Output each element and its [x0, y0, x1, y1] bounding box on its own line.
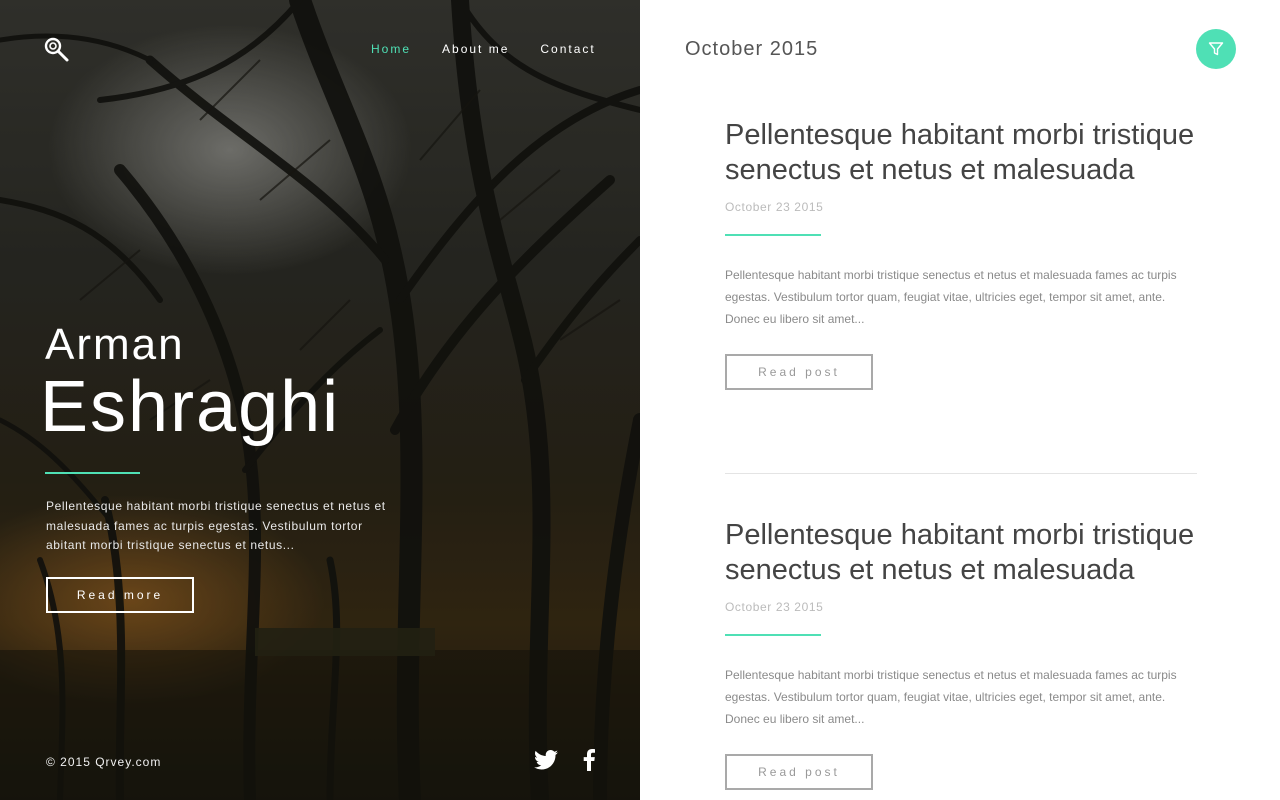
- nav-item-home[interactable]: Home: [371, 42, 411, 56]
- nav-item-about-me[interactable]: About me: [442, 42, 509, 56]
- post-title[interactable]: Pellentesque habitant morbi tristique se…: [725, 118, 1197, 188]
- copyright-text: © 2015 Qrvey.com: [46, 755, 162, 769]
- post-accent-rule: [725, 234, 821, 236]
- nav-item-contact[interactable]: Contact: [540, 42, 595, 56]
- post-card: Pellentesque habitant morbi tristique se…: [725, 118, 1197, 390]
- hero-description: Pellentesque habitant morbi tristique se…: [46, 499, 386, 552]
- read-post-button[interactable]: Read post: [725, 754, 873, 790]
- post-date: October 23 2015: [725, 600, 824, 614]
- hero-first-name: Arman: [45, 320, 185, 369]
- hero-accent-rule: [45, 472, 140, 474]
- twitter-icon[interactable]: [534, 749, 558, 771]
- facebook-icon[interactable]: [582, 749, 596, 771]
- post-date: October 23 2015: [725, 200, 824, 214]
- post-divider: [725, 473, 1197, 474]
- read-more-button[interactable]: Read more: [46, 577, 194, 613]
- read-post-button[interactable]: Read post: [725, 354, 873, 390]
- hero-panel: Home About me Contact Arman Eshraghi Pel…: [0, 0, 640, 800]
- filter-icon: [1208, 42, 1224, 56]
- filter-button[interactable]: [1196, 29, 1236, 69]
- post-title[interactable]: Pellentesque habitant morbi tristique se…: [725, 518, 1197, 588]
- post-list-panel: October 2015 Pellentesque habitant morbi…: [640, 0, 1280, 800]
- post-accent-rule: [725, 634, 821, 636]
- archive-month-heading: October 2015: [685, 38, 819, 60]
- main-nav: Home About me Contact: [371, 42, 596, 56]
- post-excerpt: Pellentesque habitant morbi tristique se…: [725, 268, 1177, 326]
- post-excerpt: Pellentesque habitant morbi tristique se…: [725, 668, 1177, 726]
- magnifier-logo-icon[interactable]: [44, 37, 70, 63]
- post-card: Pellentesque habitant morbi tristique se…: [725, 518, 1197, 790]
- hero-last-name: Eshraghi: [40, 367, 341, 447]
